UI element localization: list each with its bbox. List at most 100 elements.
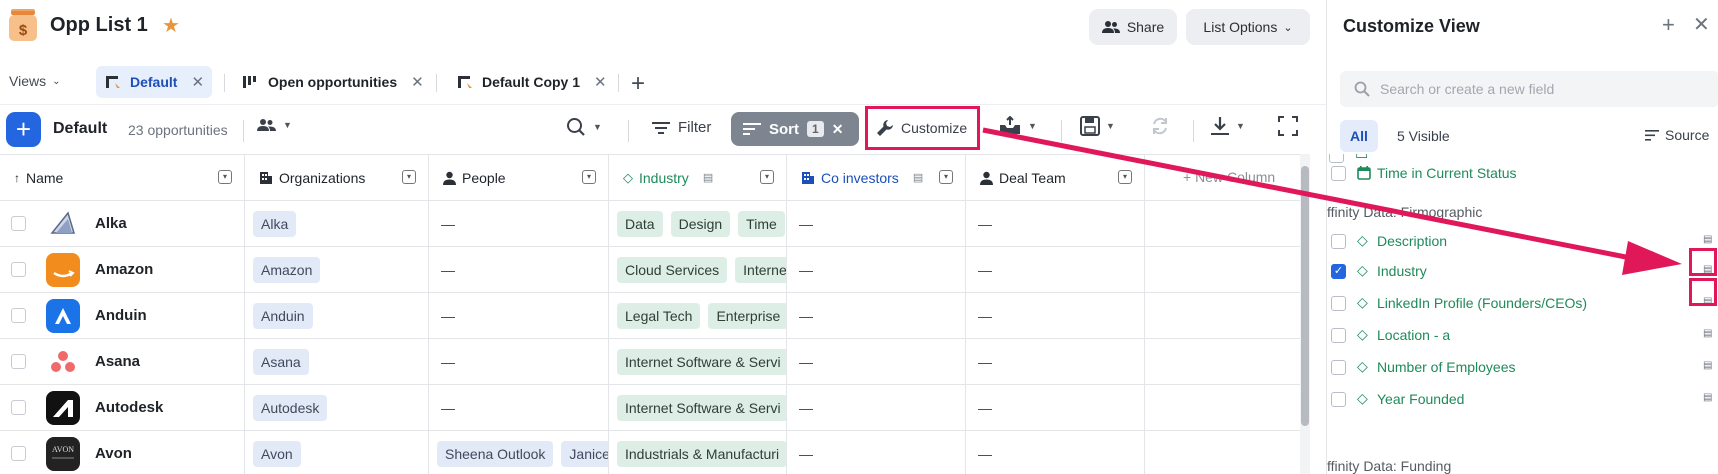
co-investors-cell[interactable]: — <box>787 293 966 339</box>
industry-tag[interactable]: Internet Software & Servi <box>617 394 786 421</box>
industry-cell[interactable]: Internet Software & Servi <box>609 385 787 431</box>
download-button[interactable]: ▼ <box>1210 116 1245 136</box>
co-investors-cell[interactable]: — <box>787 201 966 247</box>
filter-button[interactable]: Filter <box>652 119 711 136</box>
field-checkbox-checked[interactable]: ✓ <box>1331 264 1346 279</box>
field-checkbox[interactable] <box>1331 328 1346 343</box>
co-investors-cell[interactable]: — <box>787 431 966 474</box>
share-button[interactable]: Share <box>1089 9 1177 45</box>
table-row-name-cell[interactable]: AVON Avon <box>0 431 245 474</box>
row-name[interactable]: Asana <box>95 353 140 370</box>
source-button[interactable]: Source <box>1645 127 1709 143</box>
tab-default-copy-1[interactable]: Default Copy 1 ✕ <box>448 66 615 98</box>
field-checkbox[interactable] <box>1331 234 1346 249</box>
person-tag[interactable]: Janice <box>561 440 608 467</box>
customize-button[interactable]: Customize <box>865 106 980 150</box>
table-row-name-cell[interactable]: Autodesk <box>0 385 245 431</box>
sort-button[interactable]: Sort 1 ✕ <box>731 112 859 146</box>
field-row[interactable]: ◇ Number of Employees ▤ <box>1329 352 1718 382</box>
people-filter-dropdown[interactable]: ▼ <box>257 118 292 132</box>
row-checkbox[interactable] <box>11 216 26 231</box>
people-cell[interactable]: — <box>429 201 609 247</box>
industry-tag[interactable]: Cloud Services <box>617 256 728 283</box>
close-icon[interactable]: ✕ <box>411 73 424 91</box>
industry-tag[interactable]: Legal Tech <box>617 302 701 329</box>
field-checkbox[interactable] <box>1331 296 1346 311</box>
row-name[interactable]: Autodesk <box>95 399 163 416</box>
people-cell[interactable]: — <box>429 247 609 293</box>
views-dropdown[interactable]: Views ⌄ <box>9 73 60 89</box>
column-header-organizations[interactable]: Organizations ▾ <box>245 155 429 201</box>
tab-default[interactable]: Default ✕ <box>96 66 213 98</box>
import-button[interactable]: ▼ <box>998 116 1037 136</box>
deal-team-cell[interactable]: — <box>966 339 1145 385</box>
column-header-deal-team[interactable]: Deal Team ▾ <box>966 155 1145 201</box>
add-view-icon[interactable]: + <box>631 70 645 98</box>
table-row-name-cell[interactable]: Asana <box>0 339 245 385</box>
person-tag[interactable]: Sheena Outlook <box>437 440 554 467</box>
organizations-cell[interactable]: Avon <box>245 431 429 474</box>
tab-open-opportunities[interactable]: Open opportunities ✕ <box>234 66 432 98</box>
column-menu-icon[interactable]: ▾ <box>1118 170 1132 184</box>
fullscreen-button[interactable] <box>1278 116 1298 136</box>
industry-tag[interactable]: Industrials & Manufacturi <box>617 440 786 467</box>
column-menu-icon[interactable]: ▾ <box>218 170 232 184</box>
organizations-cell[interactable]: Anduin <box>245 293 429 339</box>
new-column-header[interactable]: + New Column <box>1145 155 1300 201</box>
organizations-cell[interactable]: Alka <box>245 201 429 247</box>
industry-cell[interactable]: Internet Software & Servi <box>609 339 787 385</box>
organization-tag[interactable]: Alka <box>253 210 297 237</box>
people-cell[interactable]: — <box>429 339 609 385</box>
co-investors-cell[interactable]: — <box>787 339 966 385</box>
organizations-cell[interactable]: Autodesk <box>245 385 429 431</box>
row-checkbox[interactable] <box>11 354 26 369</box>
list-options-button[interactable]: List Options ⌄ <box>1186 9 1310 45</box>
deal-team-cell[interactable]: — <box>966 247 1145 293</box>
industry-tag[interactable]: Time <box>738 210 785 237</box>
row-name[interactable]: Avon <box>95 445 132 462</box>
table-row-name-cell[interactable]: Anduin <box>0 293 245 339</box>
column-header-name[interactable]: ↑ Name ▾ <box>0 155 245 201</box>
close-icon[interactable]: ✕ <box>594 73 607 91</box>
close-icon[interactable]: ✕ <box>1693 12 1710 37</box>
industry-cell[interactable]: Legal Tech Enterprise <box>609 293 787 339</box>
organization-tag[interactable]: Anduin <box>253 302 313 329</box>
column-menu-icon[interactable]: ▾ <box>582 170 596 184</box>
field-row[interactable]: ◇ LinkedIn Profile (Founders/CEOs) ▤ <box>1329 288 1718 318</box>
favorite-star-icon[interactable]: ★ <box>162 13 180 38</box>
row-name[interactable]: Anduin <box>95 307 147 324</box>
table-row-name-cell[interactable]: Alka <box>0 201 245 247</box>
organizations-cell[interactable]: Amazon <box>245 247 429 293</box>
industry-cell[interactable]: Industrials & Manufacturi <box>609 431 787 474</box>
search-button[interactable]: ▼ <box>566 117 602 137</box>
add-record-button[interactable]: + <box>6 112 41 147</box>
column-header-co-investors[interactable]: Co investors ▤ ▾ <box>787 155 966 201</box>
table-row-name-cell[interactable]: Amazon <box>0 247 245 293</box>
filter-all-button[interactable]: All <box>1340 120 1378 152</box>
row-checkbox[interactable] <box>11 446 26 461</box>
people-cell[interactable]: Sheena Outlook Janice <box>429 431 609 474</box>
row-checkbox[interactable] <box>11 308 26 323</box>
industry-tag[interactable]: Internet Software & Servi <box>617 348 786 375</box>
column-menu-icon[interactable]: ▾ <box>402 170 416 184</box>
column-menu-icon[interactable]: ▾ <box>760 170 774 184</box>
industry-tag[interactable]: Design <box>670 210 731 237</box>
deal-team-cell[interactable]: — <box>966 385 1145 431</box>
industry-tag[interactable]: Enterprise <box>708 302 786 329</box>
organization-tag[interactable]: Avon <box>253 440 301 467</box>
field-search-input[interactable] <box>1380 81 1680 97</box>
co-investors-cell[interactable]: — <box>787 385 966 431</box>
co-investors-cell[interactable]: — <box>787 247 966 293</box>
field-row[interactable]: ✓ ◇ Industry ▤ <box>1329 256 1718 286</box>
field-row[interactable]: ◇ Description ▤ <box>1329 226 1718 256</box>
organization-tag[interactable]: Asana <box>253 348 309 375</box>
field-row[interactable]: ◇ Year Founded ▤ <box>1329 384 1718 414</box>
people-cell[interactable]: — <box>429 385 609 431</box>
column-header-industry[interactable]: ◇ Industry ▤ ▾ <box>609 155 787 201</box>
field-checkbox[interactable] <box>1331 360 1346 375</box>
field-checkbox[interactable] <box>1331 166 1346 181</box>
organization-tag[interactable]: Autodesk <box>253 394 328 421</box>
close-icon[interactable]: ✕ <box>191 73 204 91</box>
close-icon[interactable]: ✕ <box>832 121 844 138</box>
industry-cell[interactable]: Data Design Time <box>609 201 787 247</box>
